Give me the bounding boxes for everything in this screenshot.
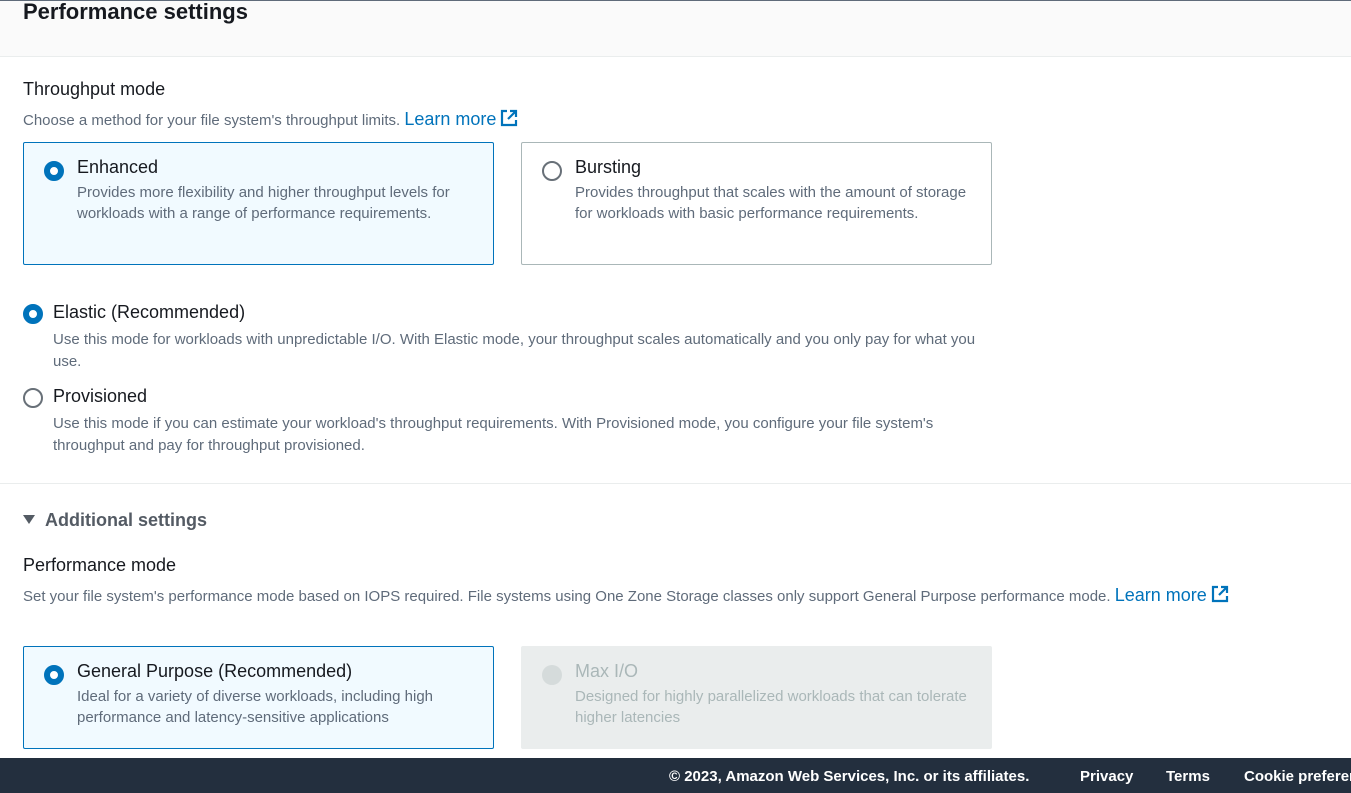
performance-mode-label: Performance mode xyxy=(23,555,177,575)
additional-settings-label: Additional settings xyxy=(45,510,207,530)
performance-mode-description: Set your file system's performance mode … xyxy=(23,580,1323,612)
footer-privacy-link[interactable]: Privacy xyxy=(1080,768,1133,785)
performance-description-text: Set your file system's performance mode … xyxy=(23,588,1111,605)
option-provisioned-description: Use this mode if you can estimate your w… xyxy=(53,415,934,454)
tile-enhanced-title: Enhanced xyxy=(77,157,159,177)
throughput-mode-description: Choose a method for your file system's t… xyxy=(23,104,518,136)
external-link-icon xyxy=(1211,585,1228,603)
section-divider xyxy=(0,483,1351,484)
performance-learn-more-link[interactable]: Learn more xyxy=(1115,585,1229,605)
throughput-mode-label: Throughput mode xyxy=(23,79,166,99)
throughput-learn-more-link[interactable]: Learn more xyxy=(404,109,518,129)
option-elastic[interactable]: Elastic (Recommended) Use this mode for … xyxy=(23,302,1003,372)
page-title: Performance settings xyxy=(23,0,248,24)
tile-enhanced-description: Provides more flexibility and higher thr… xyxy=(77,184,450,222)
footer-terms-link[interactable]: Terms xyxy=(1166,768,1210,785)
radio-enhanced[interactable] xyxy=(44,161,64,181)
throughput-description-text: Choose a method for your file system's t… xyxy=(23,112,401,129)
footer-copyright: © 2023, Amazon Web Services, Inc. or its… xyxy=(669,768,1030,785)
option-elastic-title: Elastic (Recommended) xyxy=(53,302,246,322)
option-elastic-description: Use this mode for workloads with unpredi… xyxy=(53,331,976,370)
option-provisioned[interactable]: Provisioned Use this mode if you can est… xyxy=(23,386,1003,456)
tile-general-purpose-title: General Purpose (Recommended) xyxy=(77,661,353,681)
radio-general-purpose[interactable] xyxy=(44,665,64,685)
page-header: Performance settings xyxy=(0,0,1351,57)
radio-provisioned[interactable] xyxy=(23,388,43,408)
tile-max-io: Max I/O Designed for highly parallelized… xyxy=(521,646,992,749)
radio-elastic[interactable] xyxy=(23,304,43,324)
radio-max-io xyxy=(542,665,562,685)
caret-down-icon xyxy=(23,515,35,524)
tile-enhanced[interactable]: Enhanced Provides more flexibility and h… xyxy=(23,142,494,265)
tile-bursting-description: Provides throughput that scales with the… xyxy=(575,184,967,222)
footer-cookie-preferences-link[interactable]: Cookie preferences xyxy=(1244,768,1351,785)
external-link-icon xyxy=(501,109,518,127)
tile-bursting[interactable]: Bursting Provides throughput that scales… xyxy=(521,142,992,265)
option-provisioned-title: Provisioned xyxy=(53,386,148,406)
tile-general-purpose[interactable]: General Purpose (Recommended) Ideal for … xyxy=(23,646,494,749)
tile-max-io-title: Max I/O xyxy=(575,661,639,681)
throughput-learn-more-text[interactable]: Learn more xyxy=(404,109,496,129)
tile-general-purpose-description: Ideal for a variety of diverse workloads… xyxy=(77,688,434,726)
performance-learn-more-text[interactable]: Learn more xyxy=(1115,585,1207,605)
tile-max-io-description: Designed for highly parallelized workloa… xyxy=(575,688,967,726)
tile-bursting-title: Bursting xyxy=(575,157,642,177)
footer: © 2023, Amazon Web Services, Inc. or its… xyxy=(0,758,1351,793)
additional-settings-toggle[interactable]: Additional settings xyxy=(23,510,207,531)
radio-bursting[interactable] xyxy=(542,161,562,181)
